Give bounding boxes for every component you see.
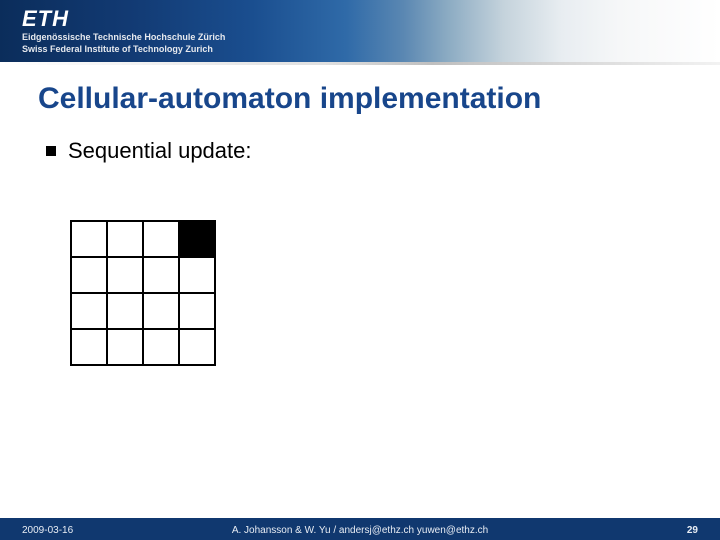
grid-cell (179, 329, 215, 365)
grid-row (71, 221, 215, 257)
grid-cell (143, 221, 179, 257)
institution-name-en: Swiss Federal Institute of Technology Zu… (22, 44, 213, 54)
slide-title: Cellular-automaton implementation (38, 82, 541, 116)
grid-row (71, 257, 215, 293)
grid-cell-filled (179, 221, 215, 257)
grid-cell (107, 293, 143, 329)
grid-row (71, 329, 215, 365)
footer-bar: 2009-03-16 A. Johansson & W. Yu / anders… (0, 518, 720, 540)
grid-cell (107, 257, 143, 293)
cellular-automaton-grid (70, 220, 216, 366)
institution-name-de: Eidgenössische Technische Hochschule Zür… (22, 32, 225, 42)
eth-logo: ETH (22, 6, 69, 32)
grid-cell (143, 329, 179, 365)
footer-date: 2009-03-16 (22, 525, 73, 536)
grid-cell (179, 293, 215, 329)
grid-cell (71, 257, 107, 293)
grid-table (70, 220, 216, 366)
square-bullet-icon (46, 146, 56, 156)
grid-cell (107, 221, 143, 257)
bullet-item: Sequential update: (46, 138, 252, 164)
grid-cell (71, 221, 107, 257)
grid-cell (179, 257, 215, 293)
slide: ETH Eidgenössische Technische Hochschule… (0, 0, 720, 540)
grid-cell (71, 329, 107, 365)
footer-authors: A. Johansson & W. Yu / andersj@ethz.ch y… (232, 525, 488, 536)
bullet-text: Sequential update: (68, 138, 252, 164)
grid-cell (71, 293, 107, 329)
header-band: ETH Eidgenössische Technische Hochschule… (0, 0, 720, 62)
grid-cell (143, 293, 179, 329)
footer-page-number: 29 (687, 525, 698, 536)
grid-row (71, 293, 215, 329)
grid-cell (143, 257, 179, 293)
grid-cell (107, 329, 143, 365)
